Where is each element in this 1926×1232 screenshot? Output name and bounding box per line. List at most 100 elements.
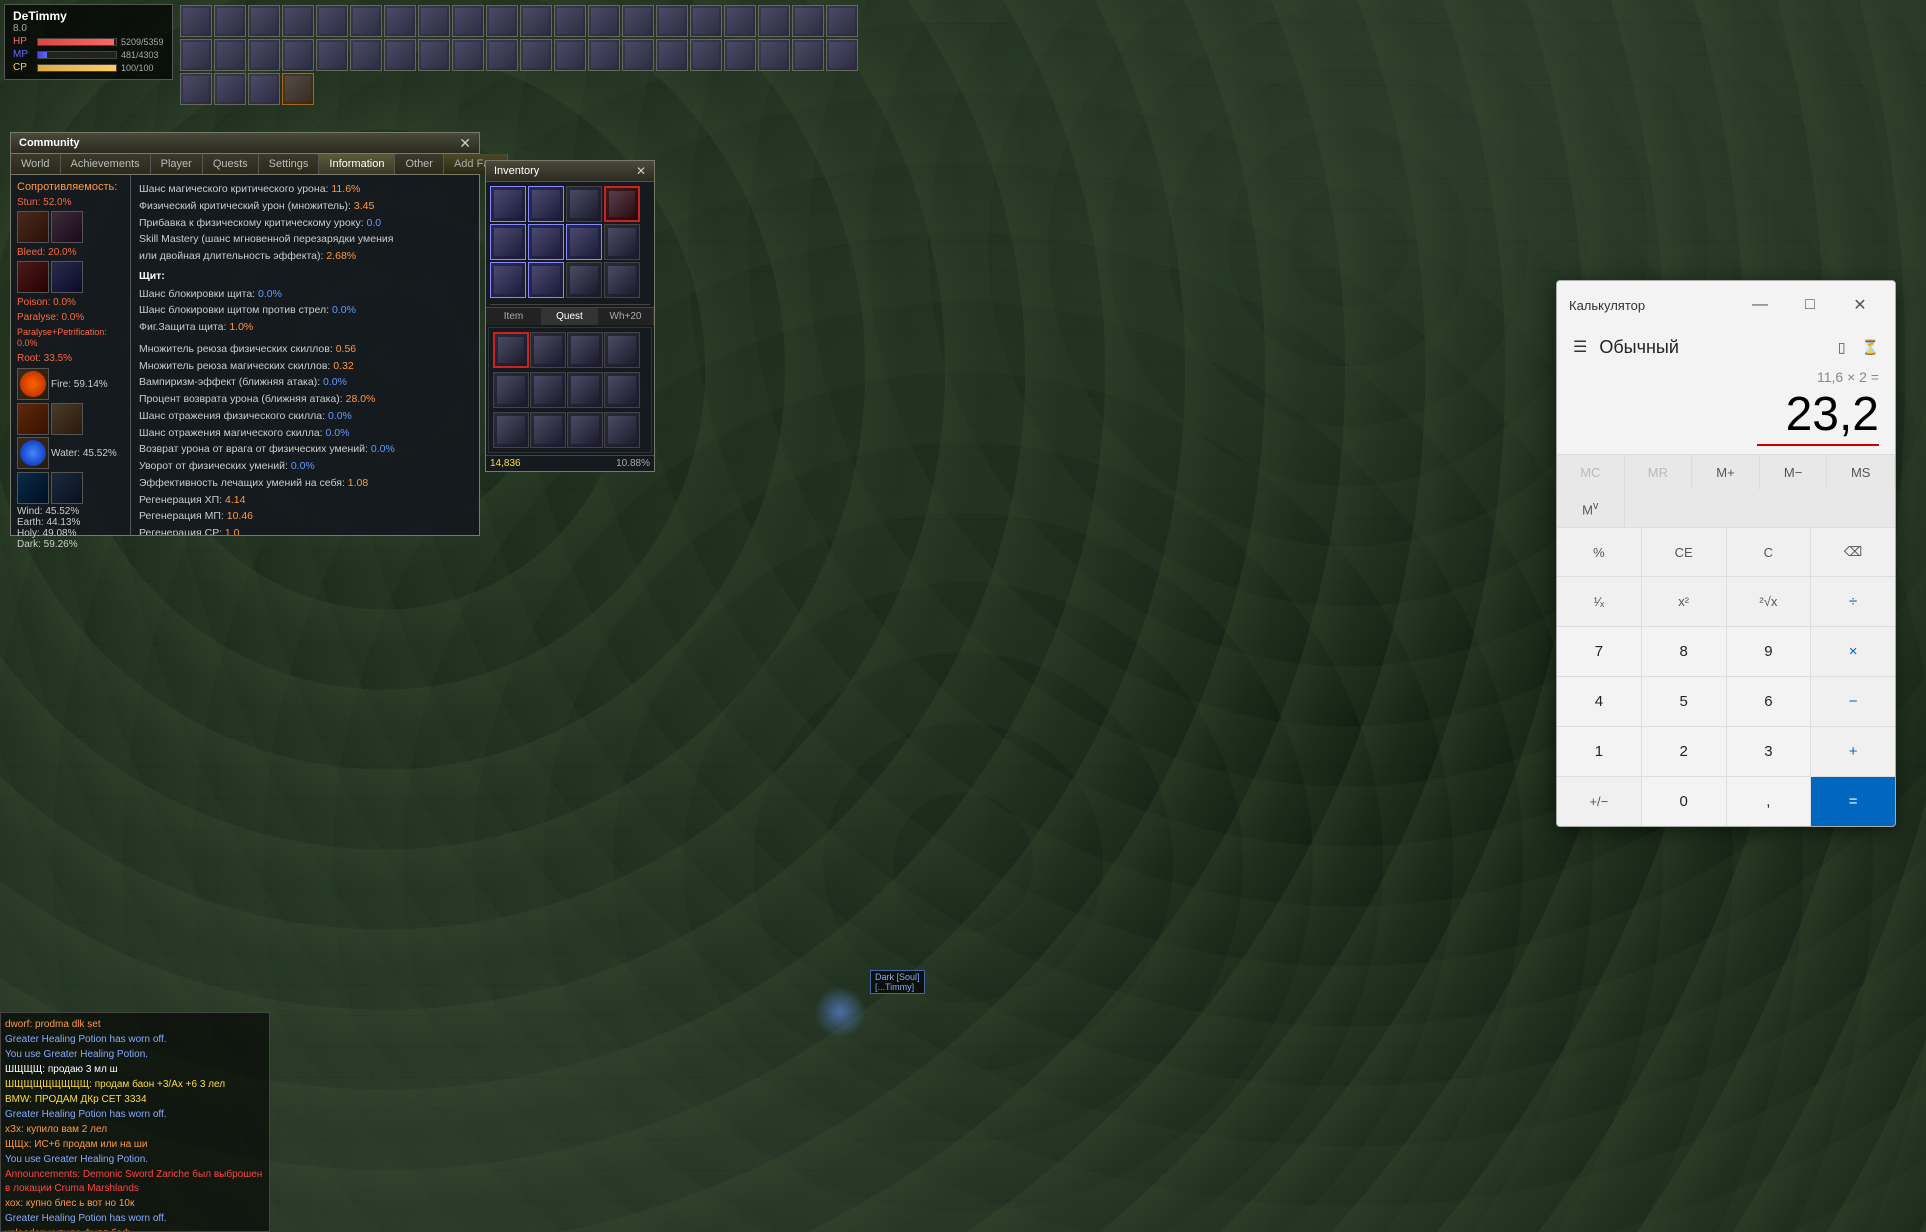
calc-square-button[interactable]: x²: [1642, 577, 1726, 626]
skill-icon[interactable]: [792, 39, 824, 71]
community-close-button[interactable]: ✕: [459, 136, 471, 150]
calc-minus-button[interactable]: −: [1811, 677, 1895, 726]
skill-icon[interactable]: [384, 39, 416, 71]
skill-icon[interactable]: [622, 5, 654, 37]
inv-slot-circled[interactable]: [604, 186, 640, 222]
skill-icon[interactable]: [622, 39, 654, 71]
calc-0-button[interactable]: 0: [1642, 777, 1726, 826]
skill-icon[interactable]: [520, 5, 552, 37]
skill-icon[interactable]: [758, 39, 790, 71]
calc-mminus-button[interactable]: M−: [1760, 455, 1828, 490]
skill-icon[interactable]: [554, 5, 586, 37]
skill-icon[interactable]: [180, 39, 212, 71]
calc-memory-icon[interactable]: ▯: [1834, 335, 1850, 360]
skill-icon[interactable]: [248, 73, 280, 105]
calc-5-button[interactable]: 5: [1642, 677, 1726, 726]
inv-slot[interactable]: [528, 224, 564, 260]
inv-slot[interactable]: [604, 224, 640, 260]
skill-icon[interactable]: [350, 39, 382, 71]
inv-slot[interactable]: [490, 224, 526, 260]
skill-icon[interactable]: [282, 39, 314, 71]
calc-close-button[interactable]: ✕: [1837, 289, 1883, 321]
calc-mstore-button[interactable]: Mv: [1557, 490, 1625, 527]
tab-achievements[interactable]: Achievements: [61, 154, 151, 174]
skill-icon[interactable]: [214, 73, 246, 105]
skill-icon[interactable]: [690, 5, 722, 37]
inv-slot[interactable]: [567, 332, 603, 368]
inv-slot[interactable]: [530, 412, 566, 448]
skill-icon[interactable]: [418, 5, 450, 37]
calc-reciprocal-button[interactable]: ¹⁄ₓ: [1557, 577, 1641, 626]
skill-icon[interactable]: [452, 39, 484, 71]
skill-icon[interactable]: [214, 39, 246, 71]
tab-player[interactable]: Player: [151, 154, 203, 174]
calc-maximize-button[interactable]: □: [1787, 289, 1833, 321]
skill-icon[interactable]: [452, 5, 484, 37]
inv-slot[interactable]: [530, 332, 566, 368]
inv-slot[interactable]: [493, 372, 529, 408]
calc-history-icon[interactable]: ⏳: [1858, 335, 1883, 360]
calc-2-button[interactable]: 2: [1642, 727, 1726, 776]
skill-icon[interactable]: [690, 39, 722, 71]
skill-icon[interactable]: [792, 5, 824, 37]
skill-icon[interactable]: [520, 39, 552, 71]
calc-backspace-button[interactable]: ⌫: [1811, 528, 1895, 576]
tab-quests[interactable]: Quests: [203, 154, 259, 174]
tab-other[interactable]: Other: [395, 154, 444, 174]
calc-plus-button[interactable]: +: [1811, 727, 1895, 776]
skill-icon[interactable]: [180, 5, 212, 37]
skill-icon[interactable]: [248, 5, 280, 37]
calc-mc-button[interactable]: MC: [1557, 455, 1625, 490]
calc-percent-button[interactable]: %: [1557, 528, 1641, 576]
calc-3-button[interactable]: 3: [1727, 727, 1811, 776]
tab-world[interactable]: World: [11, 154, 61, 174]
inv-slot[interactable]: [528, 262, 564, 298]
calc-7-button[interactable]: 7: [1557, 627, 1641, 676]
inv-slot[interactable]: [567, 412, 603, 448]
inv-slot[interactable]: [566, 262, 602, 298]
inv-slot[interactable]: [604, 412, 640, 448]
calc-sqrt-button[interactable]: ²√x: [1727, 577, 1811, 626]
skill-icon[interactable]: [180, 73, 212, 105]
skill-icon[interactable]: [656, 5, 688, 37]
skill-icon[interactable]: [724, 39, 756, 71]
calc-1-button[interactable]: 1: [1557, 727, 1641, 776]
skill-icon[interactable]: [248, 39, 280, 71]
calc-multiply-button[interactable]: ×: [1811, 627, 1895, 676]
special-skill-icon[interactable]: [282, 73, 314, 105]
skill-icon[interactable]: [656, 39, 688, 71]
calc-mplus-button[interactable]: M+: [1692, 455, 1760, 490]
skill-icon[interactable]: [282, 5, 314, 37]
calc-menu-button[interactable]: ☰: [1569, 333, 1591, 361]
calc-ce-button[interactable]: CE: [1642, 528, 1726, 576]
inv-slot[interactable]: [493, 412, 529, 448]
skill-icon[interactable]: [588, 5, 620, 37]
skill-icon[interactable]: [350, 5, 382, 37]
inv-slot-circled-2[interactable]: [493, 332, 529, 368]
inv-slot[interactable]: [490, 262, 526, 298]
skill-icon[interactable]: [486, 39, 518, 71]
skill-icon[interactable]: [724, 5, 756, 37]
tab-information[interactable]: Information: [319, 154, 395, 174]
inv-tab-quest[interactable]: Quest: [542, 308, 598, 325]
inv-slot[interactable]: [530, 372, 566, 408]
skill-icon[interactable]: [758, 5, 790, 37]
skill-icon[interactable]: [826, 39, 858, 71]
calc-9-button[interactable]: 9: [1727, 627, 1811, 676]
inv-slot[interactable]: [604, 372, 640, 408]
inv-slot[interactable]: [528, 186, 564, 222]
tab-settings[interactable]: Settings: [259, 154, 320, 174]
calc-decimal-button[interactable]: ,: [1727, 777, 1811, 826]
skill-icon[interactable]: [214, 5, 246, 37]
inv-slot[interactable]: [567, 372, 603, 408]
inv-tab-wh[interactable]: Wh+20: [598, 308, 654, 325]
calc-divide-button[interactable]: ÷: [1811, 577, 1895, 626]
inv-slot[interactable]: [604, 332, 640, 368]
calc-ms-button[interactable]: MS: [1827, 455, 1895, 490]
skill-icon[interactable]: [316, 39, 348, 71]
inv-slot[interactable]: [490, 186, 526, 222]
calc-equals-button[interactable]: =: [1811, 777, 1895, 826]
calc-6-button[interactable]: 6: [1727, 677, 1811, 726]
inv-slot[interactable]: [604, 262, 640, 298]
calc-negate-button[interactable]: +/−: [1557, 777, 1641, 826]
